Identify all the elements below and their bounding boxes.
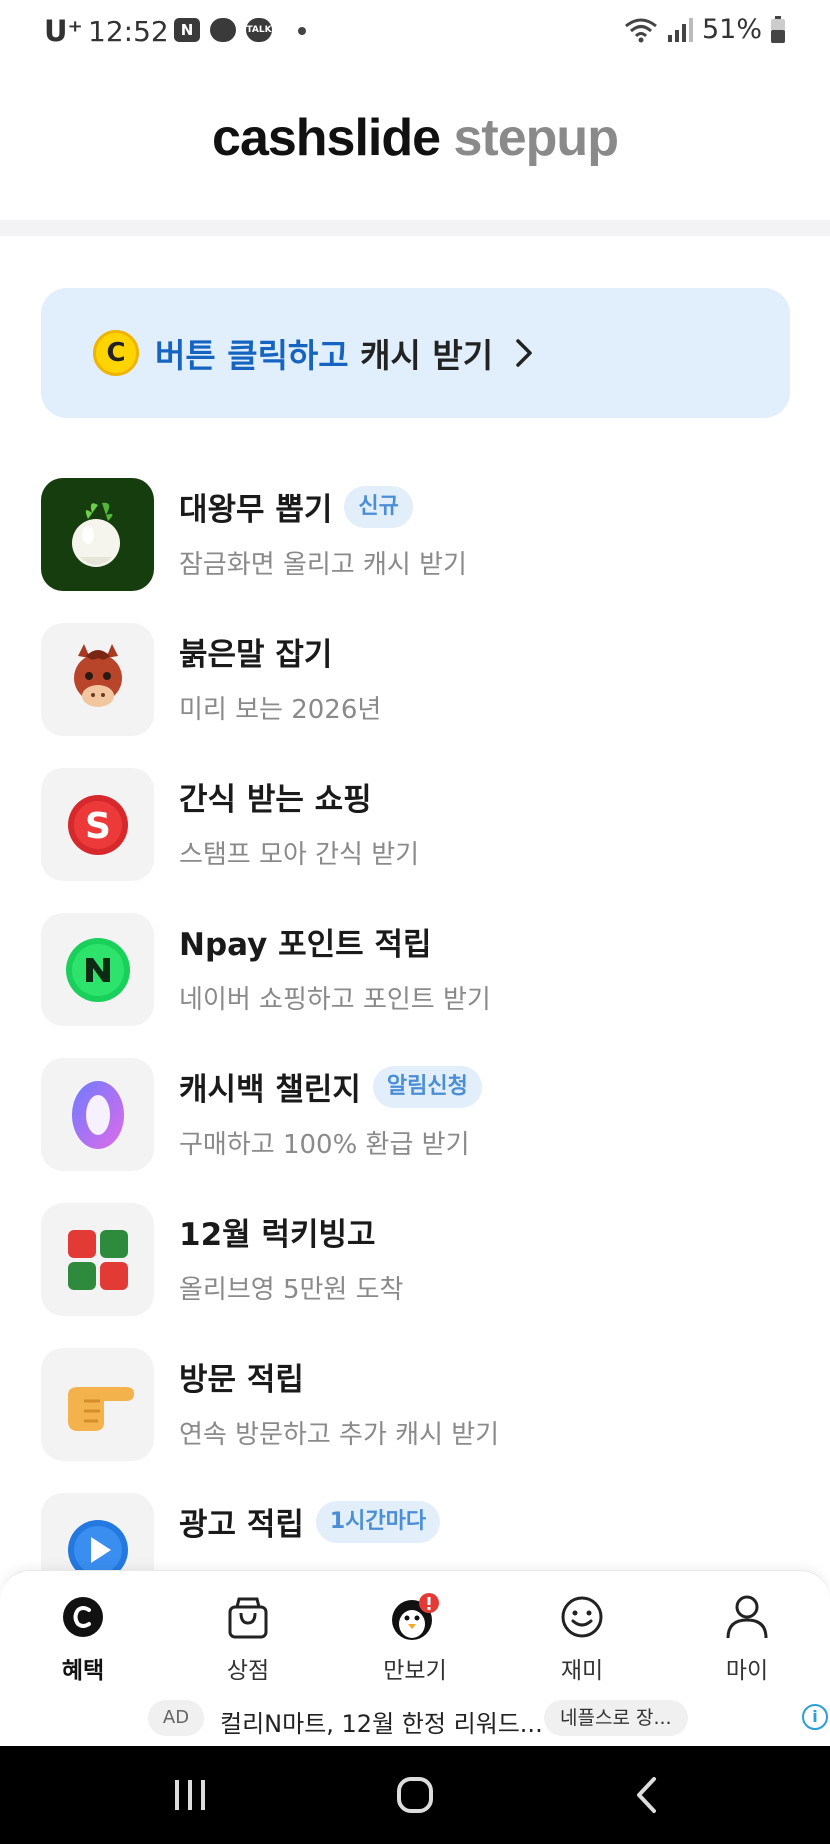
bottom-nav: 혜택 상점 만보기 재미 마이 <box>0 1570 830 1692</box>
list-item-radish[interactable]: 대왕무 뽑기 신규 잠금화면 올리고 캐시 받기 <box>41 478 801 592</box>
item-title-row: 캐시백 챌린지 알림신청 <box>179 1064 482 1109</box>
item-subtitle: 미리 보는 2026년 <box>179 695 382 725</box>
kakaotalk-icon: TALK <box>246 18 272 42</box>
item-subtitle: 네이버 쇼핑하고 포인트 받기 <box>179 985 491 1015</box>
item-subtitle: 연속 방문하고 추가 캐시 받기 <box>179 1420 500 1450</box>
cash-banner[interactable]: C 버튼 클릭하고 캐시 받기 <box>41 288 790 418</box>
list-item-snack-shopping[interactable]: S 간식 받는 쇼핑 스탬프 모아 간식 받기 <box>41 768 801 882</box>
bingo-icon <box>41 1203 154 1316</box>
item-title: 광고 적립 <box>179 1507 304 1543</box>
zero-icon <box>41 1058 154 1171</box>
ad-banner[interactable]: AD 컬리N마트, 12월 한정 리워드... 네플스로 장... i <box>0 1692 830 1746</box>
item-title: Npay 포인트 적립 <box>179 927 432 963</box>
item-title-row: Npay 포인트 적립 <box>179 919 432 964</box>
item-title: 캐시백 챌린지 <box>179 1072 361 1108</box>
wifi-icon <box>625 18 657 42</box>
banner-highlight: 버튼 클릭하고 <box>155 336 349 375</box>
item-title-row: 간식 받는 쇼핑 <box>179 774 372 819</box>
tab-benefits[interactable]: 혜택 <box>28 1593 138 1685</box>
naver-noti-icon: N <box>174 18 200 42</box>
tab-fun[interactable]: 재미 <box>527 1593 637 1685</box>
signal-icon <box>667 17 693 42</box>
item-title-row: 대왕무 뽑기 신규 <box>179 484 413 529</box>
list-item-visit-reward[interactable]: 방문 적립 연속 방문하고 추가 캐시 받기 <box>41 1348 801 1462</box>
ad-cta-button[interactable]: 네플스로 장... <box>544 1700 688 1736</box>
cash-c-icon <box>28 1593 138 1641</box>
banner-rest: 캐시 받기 <box>348 336 494 375</box>
horse-icon <box>41 623 154 736</box>
header-divider <box>0 220 830 236</box>
status-bar: U⁺ 12:52 N TALK 51% <box>0 0 830 62</box>
hourly-badge: 1시간마다 <box>315 1500 441 1543</box>
item-title: 방문 적립 <box>179 1362 304 1398</box>
tab-my[interactable]: 마이 <box>692 1593 802 1685</box>
item-title-row: 12월 럭키빙고 <box>179 1209 376 1254</box>
radish-icon <box>41 478 154 591</box>
pointing-hand-icon <box>41 1348 154 1461</box>
smiley-icon <box>527 1593 637 1641</box>
chevron-right-icon <box>516 339 532 367</box>
list-item-npay[interactable]: Npay 포인트 적립 네이버 쇼핑하고 포인트 받기 <box>41 913 801 1027</box>
item-title-row: 광고 적립 1시간마다 <box>179 1499 441 1544</box>
app-title: cashslide stepup <box>0 108 830 168</box>
ad-tag: AD <box>148 1700 204 1736</box>
tab-store[interactable]: 상점 <box>193 1593 303 1685</box>
item-subtitle: 스탬프 모아 간식 받기 <box>179 840 420 870</box>
item-title: 붉은말 잡기 <box>179 637 333 673</box>
tab-pedometer[interactable]: 만보기 <box>360 1593 470 1685</box>
tab-label: 상점 <box>226 1658 270 1684</box>
carrier-label: U⁺ <box>44 14 83 48</box>
penguin-icon <box>360 1593 470 1641</box>
new-badge: 신규 <box>344 485 413 528</box>
app-title-part1: cashslide <box>212 109 441 167</box>
list-item-red-horse[interactable]: 붉은말 잡기 미리 보는 2026년 <box>41 623 801 737</box>
status-time: 12:52 <box>88 15 169 48</box>
s-coin-icon: S <box>41 768 154 881</box>
recent-apps-button[interactable] <box>150 1746 230 1844</box>
chat-bubble-icon <box>210 18 236 42</box>
item-subtitle: 구매하고 100% 환급 받기 <box>179 1130 470 1160</box>
tab-label: 마이 <box>725 1658 769 1684</box>
battery-icon <box>771 15 785 43</box>
tab-label: 재미 <box>560 1658 604 1684</box>
ad-text[interactable]: 컬리N마트, 12월 한정 리워드... <box>220 1704 543 1739</box>
list-item-cashback-challenge[interactable]: 캐시백 챌린지 알림신청 구매하고 100% 환급 받기 <box>41 1058 801 1172</box>
notification-icons: N TALK <box>174 18 272 42</box>
tab-label: 혜택 <box>61 1658 105 1684</box>
item-title: 간식 받는 쇼핑 <box>179 782 372 818</box>
item-title-row: 붉은말 잡기 <box>179 629 332 674</box>
coin-icon: C <box>93 330 139 376</box>
banner-text: 버튼 클릭하고 캐시 받기 <box>155 329 493 377</box>
list-item-lucky-bingo[interactable]: 12월 럭키빙고 올리브영 5만원 도착 <box>41 1203 801 1317</box>
more-noti-dot-icon <box>298 27 306 35</box>
tab-label: 만보기 <box>383 1658 447 1684</box>
recent-apps-icon <box>175 1780 205 1810</box>
back-button[interactable] <box>606 1746 686 1844</box>
item-title-row: 방문 적립 <box>179 1354 304 1399</box>
system-nav-bar <box>0 1746 830 1844</box>
app-title-part2: stepup <box>453 109 619 167</box>
npay-icon <box>41 913 154 1026</box>
status-right: 51% <box>624 14 786 45</box>
item-subtitle: 올리브영 5만원 도착 <box>179 1275 404 1305</box>
svg-text:S: S <box>85 806 111 847</box>
ad-info-icon[interactable]: i <box>802 1704 828 1730</box>
item-subtitle: 잠금화면 올리고 캐시 받기 <box>179 550 467 580</box>
person-icon <box>692 1593 802 1641</box>
item-title: 대왕무 뽑기 <box>179 492 333 528</box>
back-icon <box>637 1777 656 1813</box>
item-title: 12월 럭키빙고 <box>179 1217 376 1253</box>
battery-percent: 51% <box>701 14 762 45</box>
notify-badge: 알림신청 <box>372 1065 482 1108</box>
home-icon <box>397 1777 433 1813</box>
shopping-bag-icon <box>193 1593 303 1641</box>
home-button[interactable] <box>375 1746 455 1844</box>
